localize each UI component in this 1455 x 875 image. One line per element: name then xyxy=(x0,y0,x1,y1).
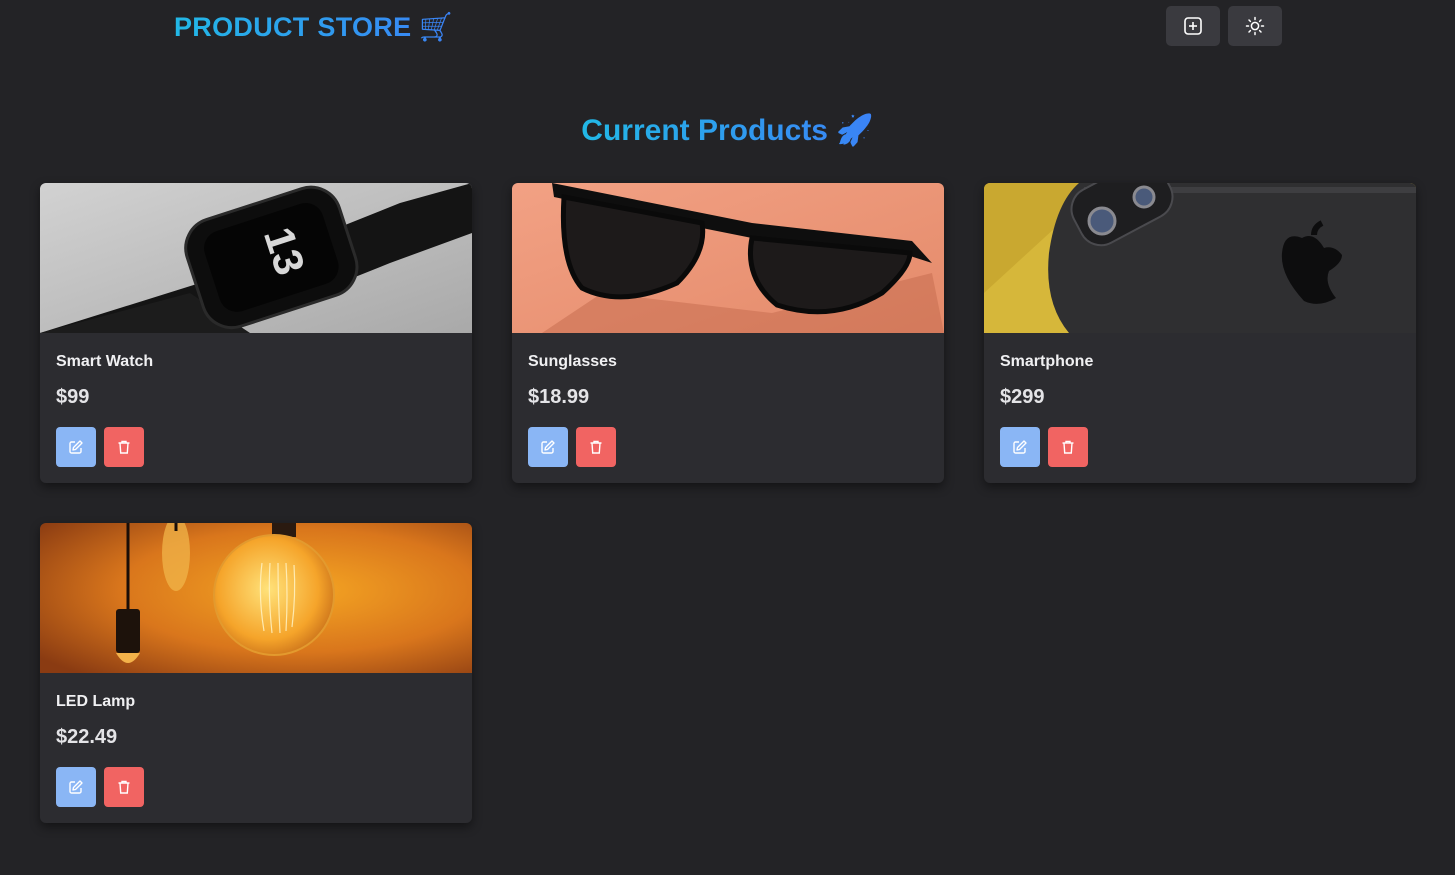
edit-icon xyxy=(1013,440,1027,454)
edit-icon xyxy=(541,440,555,454)
delete-product-button[interactable] xyxy=(1048,427,1088,467)
trash-icon xyxy=(590,440,602,454)
product-image xyxy=(512,183,944,333)
delete-product-button[interactable] xyxy=(576,427,616,467)
brand-logo[interactable]: PRODUCT STORE 🛒 xyxy=(174,10,453,44)
edit-product-button[interactable] xyxy=(528,427,568,467)
product-name: Smartphone xyxy=(1000,353,1094,370)
product-name: Smart Watch xyxy=(56,353,154,370)
edit-icon xyxy=(69,440,83,454)
trash-icon xyxy=(118,440,130,454)
section-header: Current Products 🚀 xyxy=(0,110,1455,150)
product-price: $99 xyxy=(56,386,90,408)
navbar: PRODUCT STORE 🛒 xyxy=(0,0,1455,56)
product-card: Sunglasses $18.99 xyxy=(512,183,944,483)
theme-toggle-button[interactable] xyxy=(1228,6,1282,46)
product-image xyxy=(40,523,472,673)
product-price: $299 xyxy=(1000,386,1045,408)
sun-icon xyxy=(1245,16,1265,36)
trash-icon xyxy=(118,780,130,794)
plus-square-icon xyxy=(1184,17,1202,35)
product-card: LED Lamp $22.49 xyxy=(40,523,472,823)
product-card: 13 Smart Watch $99 xyxy=(40,183,472,483)
product-image xyxy=(984,183,1416,333)
edit-product-button[interactable] xyxy=(1000,427,1040,467)
page-title: Current Products 🚀 xyxy=(581,113,874,147)
product-price: $18.99 xyxy=(528,386,590,408)
delete-product-button[interactable] xyxy=(104,427,144,467)
edit-icon xyxy=(69,780,83,794)
product-card: Smartphone $299 xyxy=(984,183,1416,483)
product-price: $22.49 xyxy=(56,726,118,748)
product-name: Sunglasses xyxy=(528,353,617,370)
edit-product-button[interactable] xyxy=(56,427,96,467)
brand-title[interactable]: PRODUCT STORE 🛒 xyxy=(174,11,453,43)
trash-icon xyxy=(1062,440,1074,454)
product-name: LED Lamp xyxy=(56,693,136,710)
delete-product-button[interactable] xyxy=(104,767,144,807)
create-product-button[interactable] xyxy=(1166,6,1220,46)
product-image: 13 xyxy=(40,183,472,333)
edit-product-button[interactable] xyxy=(56,767,96,807)
